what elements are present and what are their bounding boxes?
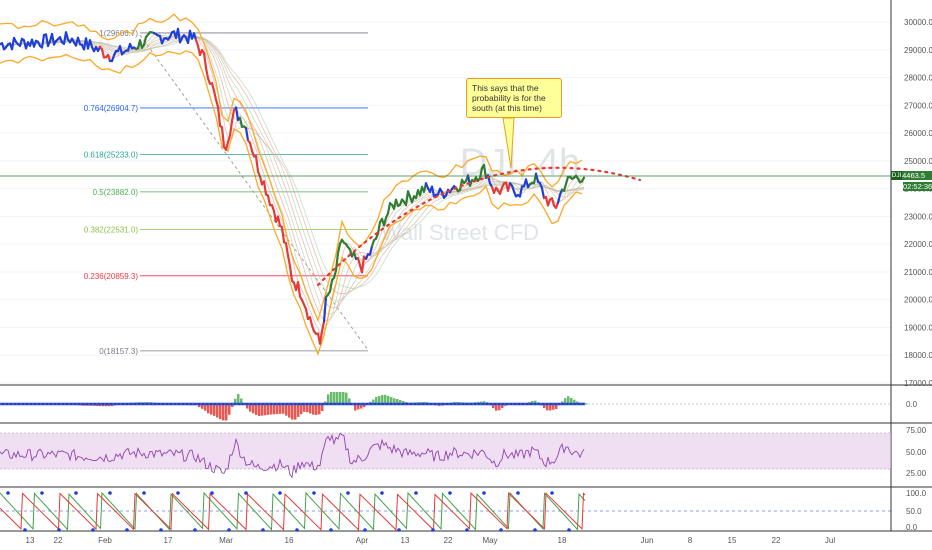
time-axis-label: Apr: [356, 536, 369, 545]
time-axis-label: 13: [26, 536, 35, 545]
rsi-label-50: 50.00: [906, 448, 927, 457]
main-pane[interactable]: DJI, 4h Wall Street CFD 1(29606.7)0.764(…: [0, 13, 891, 384]
price-axis-label: 21000.0: [904, 268, 932, 277]
price-axis-label: 20000.0: [904, 296, 932, 305]
price-grid: [0, 21, 891, 384]
time-axis-label: 18: [558, 536, 567, 545]
time-axis-label: 16: [285, 536, 294, 545]
time-axis-label: 17: [164, 536, 173, 545]
time-axis-label: 22: [54, 536, 63, 545]
fib-level-label: 0.236(20859.3): [84, 272, 139, 281]
price-axis-label: 18000.0: [904, 351, 932, 360]
time-axis-label: Jul: [825, 536, 835, 545]
oscillator-pane-2[interactable]: 75.00 50.00 25.00: [0, 426, 927, 479]
time-axis-label: Jun: [641, 536, 654, 545]
price-axis-label: 23000.0: [904, 212, 932, 221]
osc3-label-0: 0.0: [906, 523, 918, 532]
fib-level-label: 0.764(26904.7): [84, 104, 139, 113]
time-axis-label: May: [482, 536, 497, 545]
time-axis-label: 8: [688, 536, 693, 545]
rsi-label-25: 25.00: [906, 469, 927, 478]
price-axis-label: 28000.0: [904, 74, 932, 83]
time-axis-label: 13: [401, 536, 410, 545]
osc3-label-50: 50.0: [906, 507, 922, 516]
fib-level-label: 0.5(23882.0): [93, 188, 139, 197]
price-axis-label: 29000.0: [904, 46, 932, 55]
aroon-down-line: [0, 491, 586, 532]
aroon-up-line: [0, 491, 586, 531]
price-axis-label: 26000.0: [904, 129, 932, 138]
price-axis-label: 30000.0: [904, 18, 932, 27]
osc3-label-100: 100.0: [906, 489, 927, 498]
price-axis[interactable]: 30000.0 29000.0 28000.0 27000.0 26000.0 25000…: [904, 18, 932, 388]
price-axis-label: 17000.0: [904, 379, 932, 388]
price-axis-label: 22000.0: [904, 240, 932, 249]
price-axis-label: 27000.0: [904, 101, 932, 110]
time-axis-label: 22: [772, 536, 781, 545]
time-axis-label: 15: [728, 536, 737, 545]
fib-level-label: 0.382(22531.0): [84, 225, 139, 234]
annotation-callout[interactable]: This says that the probability is for th…: [466, 78, 562, 118]
bar-countdown: 02:52:36: [903, 182, 932, 191]
fib-trend-line[interactable]: [139, 34, 369, 351]
time-axis-label: Feb: [98, 536, 112, 545]
rsi-band: [0, 433, 891, 469]
fib-level-label: 0(18157.3): [99, 347, 138, 356]
osc1-zero-label: 0.0: [906, 400, 918, 409]
watermark-symbol: DJI, 4h: [460, 142, 580, 184]
time-axis-label: 22: [444, 536, 453, 545]
oscillator-pane-1[interactable]: 0.0: [0, 392, 918, 421]
rsi-label-75: 75.00: [906, 426, 927, 435]
price-axis-label: 19000.0: [904, 323, 932, 332]
fib-level-label: 0.618(25233.0): [84, 150, 139, 159]
time-axis-label: Mar: [219, 536, 233, 545]
oscillator-pane-3[interactable]: 100.0 50.0 0.0: [0, 489, 927, 532]
price-axis-label: 25000.0: [904, 157, 932, 166]
current-symbol-tag: DJI: [891, 171, 902, 180]
time-axis[interactable]: 13 22 Feb 17 Mar 16 Apr 13 22 May 18 Jun 8 15 22 Jul: [26, 536, 836, 545]
